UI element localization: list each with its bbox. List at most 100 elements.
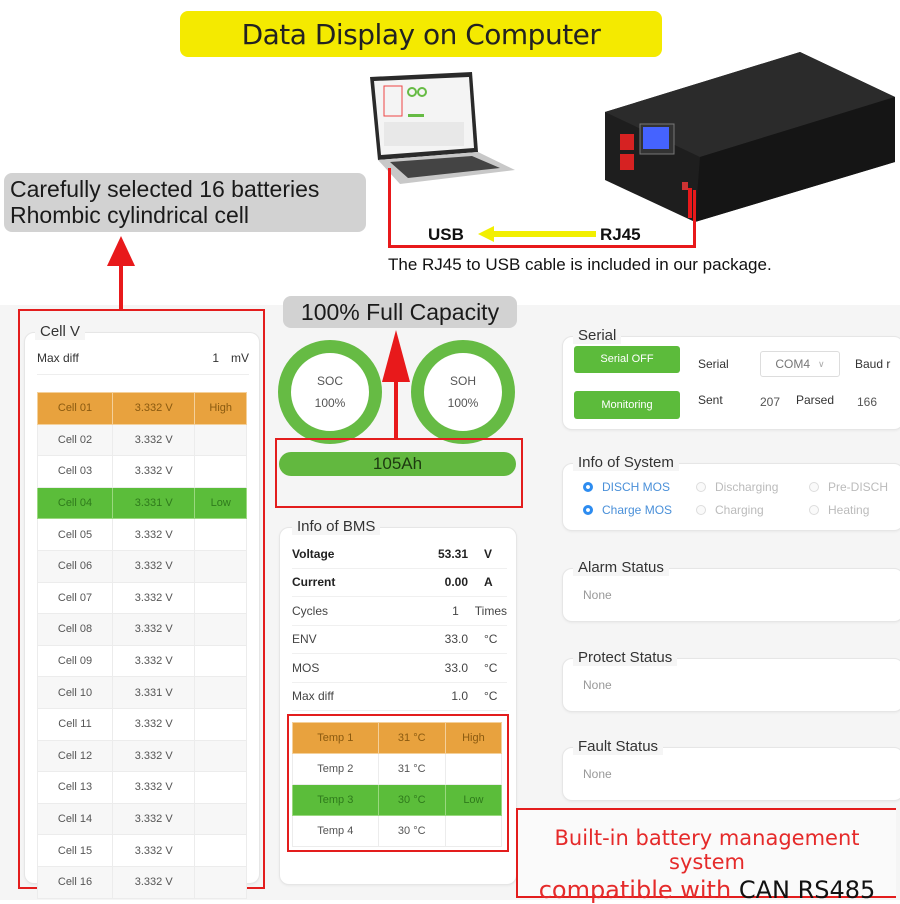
bms-unit: A <box>484 575 493 590</box>
laptop-icon <box>370 72 515 184</box>
cell-voltage: 3.332 V <box>111 392 196 425</box>
parsed-value: 166 <box>857 395 878 409</box>
cell-flag <box>194 739 247 773</box>
capacity-bar: 105Ah <box>279 452 516 476</box>
radio-indicator-icon <box>696 505 706 515</box>
bms-row: Current 0.00 A <box>292 569 507 597</box>
max-diff-unit: mV <box>231 351 249 365</box>
cell-voltage: 3.332 V <box>111 739 196 773</box>
soc-gauge: SOC 100% <box>278 340 382 444</box>
temp-flag <box>444 753 503 785</box>
rj45-label: RJ45 <box>600 225 641 244</box>
temp-flag: Low <box>444 784 503 816</box>
bms-key: Cycles <box>292 603 329 618</box>
bms-unit: °C <box>484 660 498 675</box>
cell-voltage: 3.332 V <box>111 518 196 551</box>
cell-name: Cell 07 <box>37 581 113 615</box>
serial-port-select[interactable]: COM4 ∨ <box>760 351 840 377</box>
banner-title: Data Display on Computer <box>180 11 662 57</box>
max-diff-row: Max diff 1 mV <box>37 351 249 375</box>
cell-name: Cell 15 <box>37 834 113 867</box>
max-diff-label: Max diff <box>37 351 79 365</box>
fault-status-legend: Fault Status <box>573 738 664 755</box>
cell-flag <box>194 834 247 867</box>
cable-line <box>693 190 696 248</box>
cell-voltage: 3.332 V <box>111 771 196 804</box>
cell-name: Cell 09 <box>37 644 113 678</box>
system-indicator: Pre-DISCH <box>809 480 900 494</box>
cell-v-legend: Cell V <box>35 323 86 340</box>
radio-indicator-icon <box>583 482 593 492</box>
system-indicator: DISCH MOS <box>583 480 696 494</box>
system-indicator-label: DISCH MOS <box>602 480 671 494</box>
system-indicator-label: Charge MOS <box>602 503 673 517</box>
serial-off-button[interactable]: Serial OFF <box>574 346 680 373</box>
cell-flag <box>194 644 247 678</box>
cell-name: Cell 16 <box>37 865 113 899</box>
cell-flag <box>194 549 247 583</box>
cells-callout-line2: Rhombic cylindrical cell <box>10 202 250 228</box>
cell-name: Cell 03 <box>37 455 113 488</box>
cell-row: Cell 14 3.332 V <box>37 802 247 836</box>
system-indicator: Heating <box>809 503 900 517</box>
cell-flag <box>194 455 247 488</box>
alarm-status-legend: Alarm Status <box>573 559 669 576</box>
cell-voltage-table: Cell 01 3.332 V High Cell 02 3.332 V Cell 03 3… <box>37 392 247 899</box>
bms-unit: °C <box>484 632 498 647</box>
cell-flag <box>194 423 247 457</box>
cell-name: Cell 04 <box>37 486 113 520</box>
system-indicator-label: Pre-DISCH <box>828 480 889 494</box>
cell-name: Cell 01 <box>37 392 113 425</box>
temp-value: 31 °C <box>377 753 446 785</box>
arrow-up-line <box>394 380 398 440</box>
cell-row: Cell 10 3.331 V <box>37 676 247 709</box>
alarm-status-value: None <box>583 588 612 602</box>
cell-voltage: 3.332 V <box>111 707 196 741</box>
monitoring-button[interactable]: Monitoring <box>574 391 680 419</box>
cell-row: Cell 01 3.332 V High <box>37 392 247 425</box>
serial-port-label: Serial <box>698 357 729 371</box>
sent-value: 207 <box>760 395 781 409</box>
cell-voltage: 3.332 V <box>111 834 196 867</box>
cell-flag <box>194 676 247 709</box>
bms-row: Max diff 1.0 °C <box>292 683 507 711</box>
bms-unit: V <box>484 546 493 561</box>
cell-row: Cell 16 3.332 V <box>37 865 247 899</box>
arrow-up-icon <box>107 236 135 266</box>
cell-v-panel: Cell V Max diff 1 mV Cell 01 3.332 V High C… <box>24 323 260 899</box>
temp-value: 30 °C <box>377 784 446 816</box>
alarm-status-panel: Alarm Status None <box>562 559 900 622</box>
soc-label: SOC <box>316 374 343 388</box>
temp-name: Temp 4 <box>292 815 379 847</box>
bms-callout-line1: Built-in battery management system <box>554 826 860 874</box>
cell-row: Cell 13 3.332 V <box>37 771 247 804</box>
cell-voltage: 3.332 V <box>111 423 196 457</box>
cell-row: Cell 06 3.332 V <box>37 549 247 583</box>
cell-row: Cell 15 3.332 V <box>37 834 247 867</box>
arrow-up-icon <box>382 330 410 382</box>
cell-name: Cell 13 <box>37 771 113 804</box>
radio-indicator-icon <box>809 482 819 492</box>
cell-name: Cell 12 <box>37 739 113 773</box>
protect-status-legend: Protect Status <box>573 649 678 666</box>
bms-row: Cycles 1 Times <box>292 597 507 626</box>
temp-value: 30 °C <box>377 815 446 847</box>
cell-flag: Low <box>194 486 247 520</box>
cell-name: Cell 08 <box>37 613 113 646</box>
system-info-panel: Info of System DISCH MOS Discharging Pre-D… <box>562 454 900 531</box>
bms-value: 53.31 <box>437 546 468 561</box>
temp-row: Temp 2 31 °C <box>292 753 503 785</box>
temperature-table: Temp 1 31 °C High Temp 2 31 °C Temp 3 30 °C Low… <box>292 722 503 847</box>
cell-name: Cell 06 <box>37 549 113 583</box>
capacity-callout: 100% Full Capacity <box>283 296 517 328</box>
chevron-down-icon: ∨ <box>818 358 825 369</box>
bms-unit: °C <box>484 689 498 704</box>
bms-row: MOS 33.0 °C <box>292 654 507 683</box>
cell-row: Cell 08 3.332 V <box>37 613 247 646</box>
arrow-up-line <box>119 262 123 310</box>
cell-name: Cell 02 <box>37 423 113 457</box>
bms-value: 33.0 <box>444 632 468 647</box>
temp-name: Temp 2 <box>292 753 379 785</box>
cell-row: Cell 09 3.332 V <box>37 644 247 678</box>
bms-key: Max diff <box>292 689 334 704</box>
